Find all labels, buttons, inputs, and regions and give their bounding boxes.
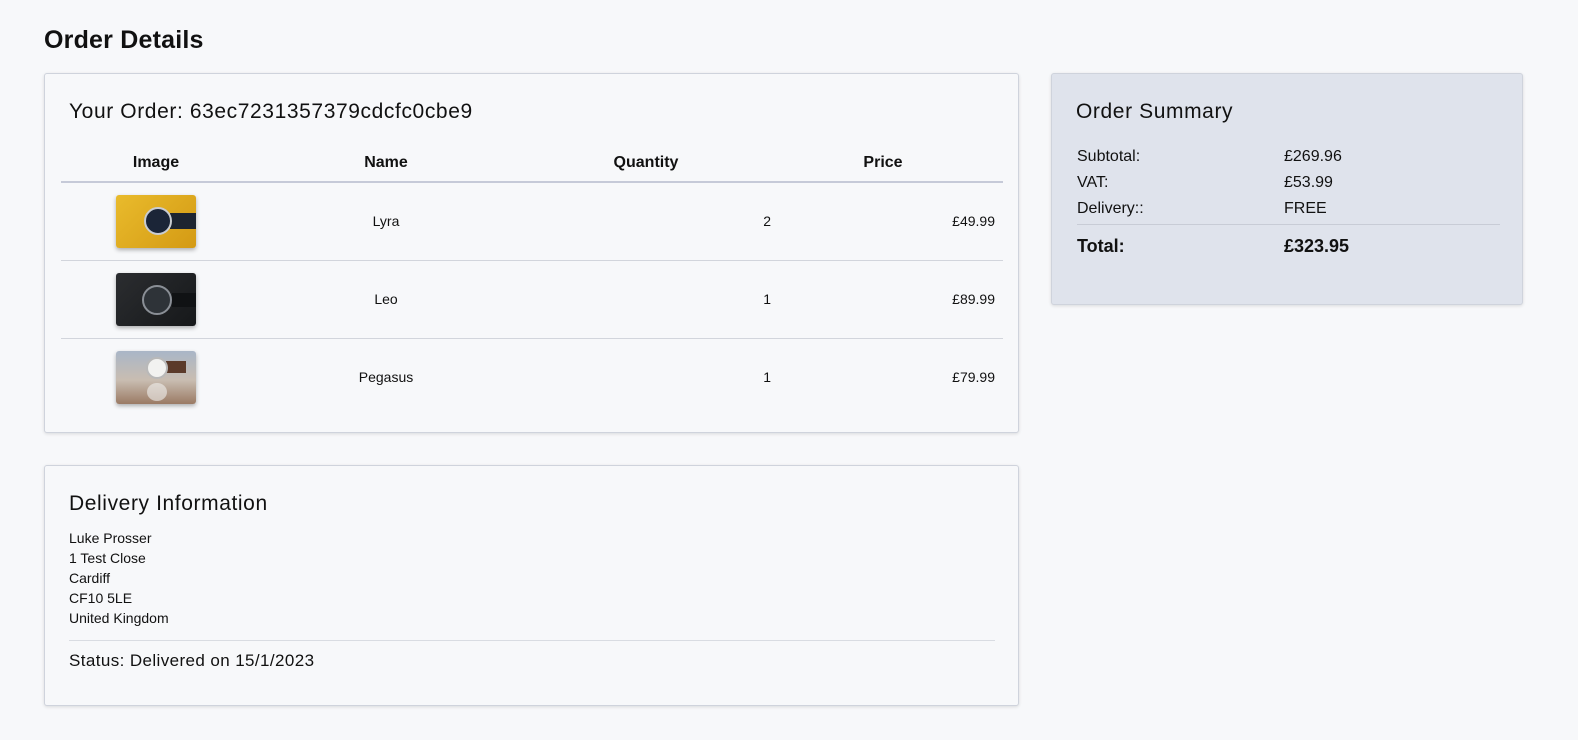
item-quantity: 2 bbox=[521, 182, 771, 261]
order-summary-card: Order Summary Subtotal: £269.96 VAT: £53… bbox=[1051, 73, 1523, 305]
vat-value: £53.99 bbox=[1284, 174, 1333, 191]
vat-label: VAT: bbox=[1077, 174, 1109, 191]
subtotal-label: Subtotal: bbox=[1077, 148, 1141, 165]
summary-row-total: Total: £323.95 bbox=[1077, 225, 1500, 267]
summary-rows: Subtotal: £269.96 VAT: £53.99 Delivery::… bbox=[1077, 144, 1500, 267]
item-name: Lyra bbox=[251, 182, 521, 261]
delivery-card: Delivery Information Luke Prosser 1 Test… bbox=[44, 465, 1019, 706]
table-row: Pegasus 1 £79.99 bbox=[61, 338, 1003, 416]
summary-row-vat: VAT: £53.99 bbox=[1077, 170, 1500, 196]
summary-row-delivery: Delivery:: FREE bbox=[1077, 196, 1500, 222]
total-value: £323.95 bbox=[1284, 235, 1350, 256]
column-header-price: Price bbox=[771, 144, 1003, 183]
address-postcode: CF10 5LE bbox=[69, 590, 133, 606]
item-name: Pegasus bbox=[358, 369, 414, 386]
item-price: £79.99 bbox=[952, 369, 995, 386]
address-line1: 1 Test Close bbox=[69, 550, 146, 566]
item-image-cell bbox=[61, 260, 251, 339]
address-city: Cardiff bbox=[69, 570, 110, 586]
item-price: £89.99 bbox=[771, 260, 1003, 339]
divider bbox=[69, 640, 995, 641]
order-heading: Your Order: 63ec7231357379cdcfc0cbe9 bbox=[69, 100, 473, 123]
page-title: Order Details bbox=[44, 26, 204, 54]
delivery-value: FREE bbox=[1284, 200, 1327, 217]
item-image-cell bbox=[61, 338, 251, 416]
table-header-row: Image Name Quantity Price bbox=[61, 144, 1003, 183]
order-card: Your Order: 63ec7231357379cdcfc0cbe9 Ima… bbox=[44, 73, 1019, 433]
column-header-name: Name bbox=[251, 144, 521, 183]
order-items-table: Image Name Quantity Price Lyra 2 £49.99 bbox=[61, 144, 1003, 416]
summary-heading: Order Summary bbox=[1076, 100, 1234, 123]
product-image-pegasus bbox=[116, 350, 196, 404]
column-header-quantity: Quantity bbox=[521, 144, 771, 183]
item-name: Leo bbox=[251, 260, 521, 339]
delivery-address: Luke Prosser 1 Test Close Cardiff CF10 5… bbox=[69, 528, 169, 628]
total-label: Total: bbox=[1077, 235, 1125, 256]
item-price: £49.99 bbox=[771, 182, 1003, 261]
product-image-lyra bbox=[116, 194, 196, 248]
column-header-image: Image bbox=[61, 144, 251, 183]
item-quantity: 1 bbox=[521, 260, 771, 339]
item-image-cell bbox=[61, 182, 251, 261]
summary-row-subtotal: Subtotal: £269.96 bbox=[1077, 144, 1500, 170]
delivery-status: Status: Delivered on 15/1/2023 bbox=[69, 651, 315, 670]
delivery-heading: Delivery Information bbox=[69, 492, 268, 515]
table-row: Leo 1 £89.99 bbox=[61, 260, 1003, 339]
delivery-label: Delivery:: bbox=[1077, 200, 1144, 217]
table-row: Lyra 2 £49.99 bbox=[61, 182, 1003, 261]
subtotal-value: £269.96 bbox=[1284, 148, 1342, 165]
address-country: United Kingdom bbox=[69, 610, 169, 626]
product-image-leo bbox=[116, 272, 196, 326]
address-name: Luke Prosser bbox=[69, 530, 152, 546]
item-quantity: 1 bbox=[763, 369, 771, 386]
